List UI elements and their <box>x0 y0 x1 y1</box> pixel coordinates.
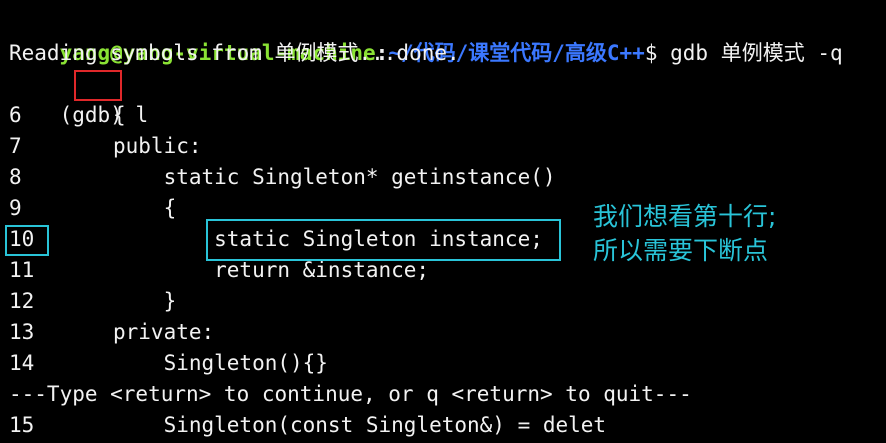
listing-line: 9 { <box>9 193 176 224</box>
reading-symbols-line: Reading symbols from 单例模式...done. <box>9 41 460 65</box>
line-number: 15 <box>9 413 35 437</box>
code-text: Singleton(){} <box>113 351 328 375</box>
code-text: private: <box>113 320 215 344</box>
annotation-line-2: 所以需要下断点 <box>593 236 769 265</box>
code-text: public: <box>113 134 202 158</box>
shell-command: gdb 单例模式 -q <box>657 41 843 65</box>
line-number: 6 <box>9 103 22 127</box>
code-text: { <box>113 103 126 127</box>
line-number: 11 <box>9 258 35 282</box>
line-number: 8 <box>9 165 22 189</box>
line-number: 13 <box>9 320 35 344</box>
code-text: return &instance; <box>113 258 430 282</box>
terminal-window[interactable]: yang@yang-virtual-machine:~/代码/课堂代码/高级C+… <box>0 0 886 443</box>
shell-prompt-line: yang@yang-virtual-machine:~/代码/课堂代码/高级C+… <box>9 7 843 65</box>
prompt-dollar: $ <box>644 41 658 65</box>
listing-line: 13 private: <box>9 317 214 348</box>
highlight-box-code <box>206 219 561 261</box>
code-text: static Singleton* getinstance() <box>113 165 556 189</box>
line-number: 14 <box>9 351 35 375</box>
listing-line: 8 static Singleton* getinstance() <box>9 162 556 193</box>
code-text: { <box>113 196 177 220</box>
annotation-line-1: 我们想看第十行; <box>593 202 777 231</box>
line-number: 12 <box>9 289 35 313</box>
listing-line: 15 Singleton(const Singleton&) = delet <box>9 410 606 441</box>
code-text: } <box>113 289 177 313</box>
line-number: 9 <box>9 196 22 220</box>
line-number: 7 <box>9 134 22 158</box>
listing-line: 6{ <box>9 100 126 131</box>
gdb-command: l <box>135 103 149 127</box>
listing-line: 14 Singleton(){} <box>9 348 328 379</box>
pager-prompt-line: ---Type <return> to continue, or q <retu… <box>9 382 692 406</box>
highlight-box-red <box>74 70 122 101</box>
highlight-box-line-number <box>5 225 49 256</box>
code-text: Singleton(const Singleton&) = delet <box>113 413 607 437</box>
listing-line: 7 public: <box>9 131 202 162</box>
annotation-text: 我们想看第十行; 所以需要下断点 <box>593 200 776 268</box>
listing-line: 12 } <box>9 286 176 317</box>
